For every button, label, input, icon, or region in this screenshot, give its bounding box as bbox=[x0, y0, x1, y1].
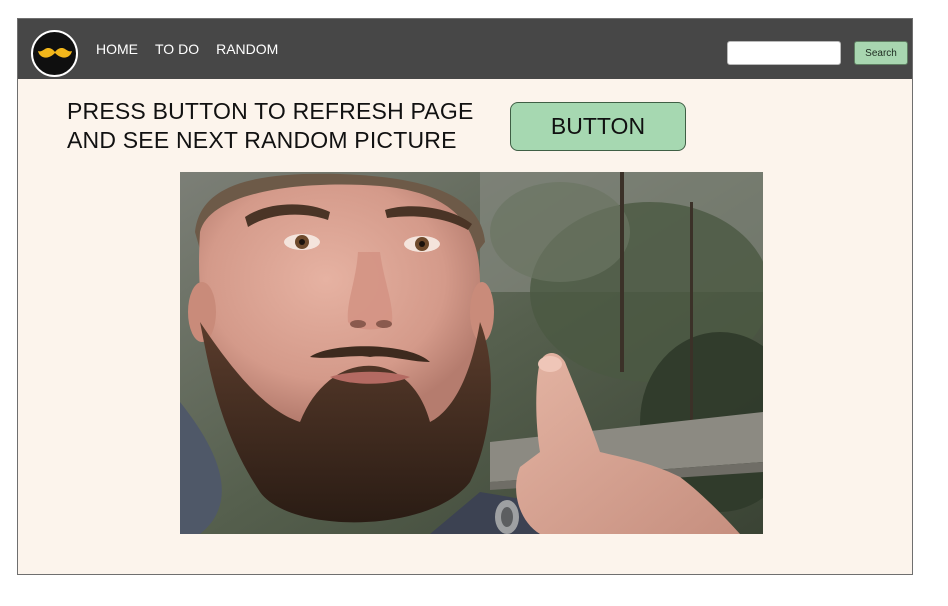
nav-links: HOME TO DO RANDOM bbox=[96, 19, 295, 79]
instruction-line-1: PRESS BUTTON TO REFRESH PAGE bbox=[67, 98, 474, 124]
search-input[interactable] bbox=[727, 41, 841, 65]
navbar: HOME TO DO RANDOM Search bbox=[18, 19, 912, 79]
instruction-line-2: AND SEE NEXT RANDOM PICTURE bbox=[67, 127, 457, 153]
nav-home-link[interactable]: HOME bbox=[96, 41, 138, 57]
refresh-button[interactable]: BUTTON bbox=[510, 102, 686, 151]
page-frame: HOME TO DO RANDOM Search PRESS BUTTON TO… bbox=[17, 18, 913, 575]
nav-todo-link[interactable]: TO DO bbox=[155, 41, 199, 57]
random-picture bbox=[180, 172, 763, 534]
logo[interactable] bbox=[31, 30, 78, 77]
instruction-text: PRESS BUTTON TO REFRESH PAGE AND SEE NEX… bbox=[67, 97, 473, 155]
search-button[interactable]: Search bbox=[854, 41, 908, 65]
nav-random-link[interactable]: RANDOM bbox=[216, 41, 278, 57]
mustache-icon bbox=[37, 47, 72, 58]
